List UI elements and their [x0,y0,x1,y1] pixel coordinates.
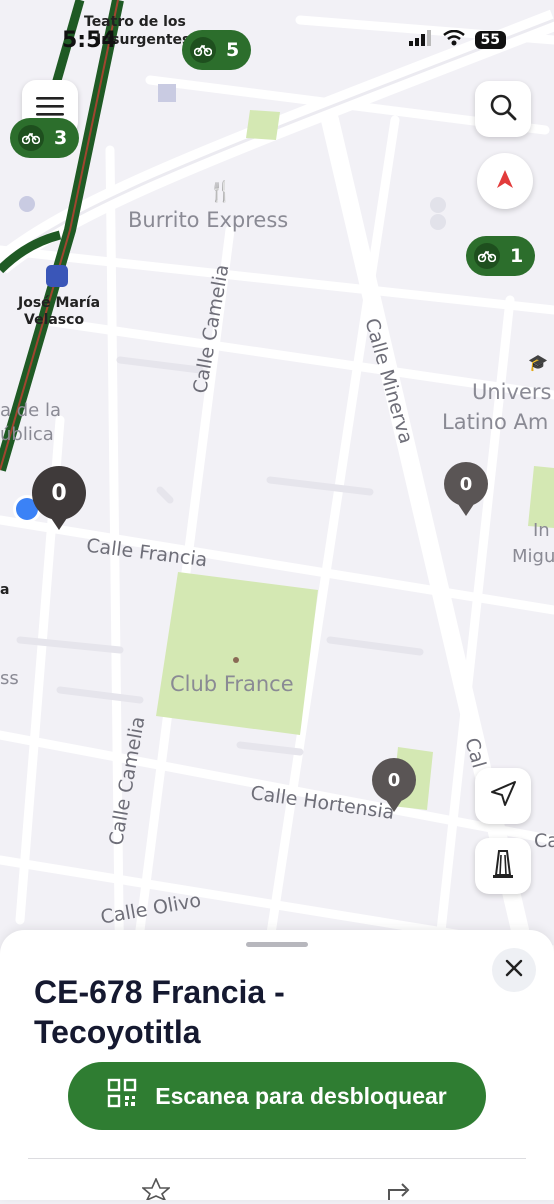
poi-right-edge-line1: In [533,520,550,541]
star-icon[interactable] [140,1177,172,1204]
bike-cluster[interactable]: 1 [466,236,536,276]
search-button[interactable] [475,81,531,137]
poi-universidad-line1: Univers [472,380,552,404]
sheet-divider [28,1158,526,1159]
poi-edge-a: a [0,582,10,598]
poi-burrito-express[interactable]: Burrito Express [128,208,288,232]
hamburger-icon [36,96,64,120]
bike-cluster-count: 1 [510,245,524,267]
bike-cluster[interactable]: 3 [10,118,80,158]
station-pin-selected[interactable]: 0 [32,466,86,530]
bike-icon [474,243,500,269]
svg-text:🍴: 🍴 [208,179,233,203]
location-arrow-icon [489,780,517,812]
compass-button[interactable] [477,153,533,209]
poi-universidad-line2: Latino Am [442,410,549,434]
battery-indicator: 55 [474,31,506,49]
poi-left-edge-line1: a de la [0,400,62,421]
signal-icon [408,30,433,50]
poi-jose-maria-line2: Velasco [24,312,85,328]
monument-icon [491,849,515,883]
share-icon[interactable] [386,1178,414,1204]
close-icon [505,959,523,981]
bike-cluster-count: 5 [226,39,240,61]
station-pin[interactable]: 0 [444,462,488,516]
close-button[interactable] [492,948,536,992]
bike-cluster-count: 3 [54,127,68,149]
street-calle-partial-edge: Ca [534,830,554,852]
scan-unlock-label: Escanea para desbloquear [155,1082,447,1109]
sheet-grabber[interactable] [246,942,308,947]
locate-button[interactable] [475,768,531,824]
status-icons: 55 [408,29,506,50]
svg-text:🎓: 🎓 [528,353,548,372]
qr-code-icon [107,1078,137,1114]
monument-button[interactable] [475,838,531,894]
wifi-icon [442,29,465,50]
status-time: 5:54 [62,28,117,53]
station-sheet: CE-678 Francia - Tecoyotitla Escanea par… [0,930,554,1202]
bike-cluster[interactable]: 5 [182,30,252,70]
station-title: CE-678 Francia - Tecoyotitla [34,974,285,1050]
poi-club-france[interactable]: Club France [170,672,294,696]
bike-icon [190,37,216,63]
search-icon [489,93,517,125]
poi-edge-ss: ss [0,668,19,689]
scan-unlock-button[interactable]: Escanea para desbloquear [68,1062,486,1130]
station-pin[interactable]: 0 [372,758,416,812]
poi-jose-maria-line1: José María [18,295,101,311]
compass-icon [495,169,515,193]
bike-icon [18,125,44,151]
poi-left-edge-line2: ública [0,424,54,445]
poi-right-edge-line2: Migu [512,546,554,567]
